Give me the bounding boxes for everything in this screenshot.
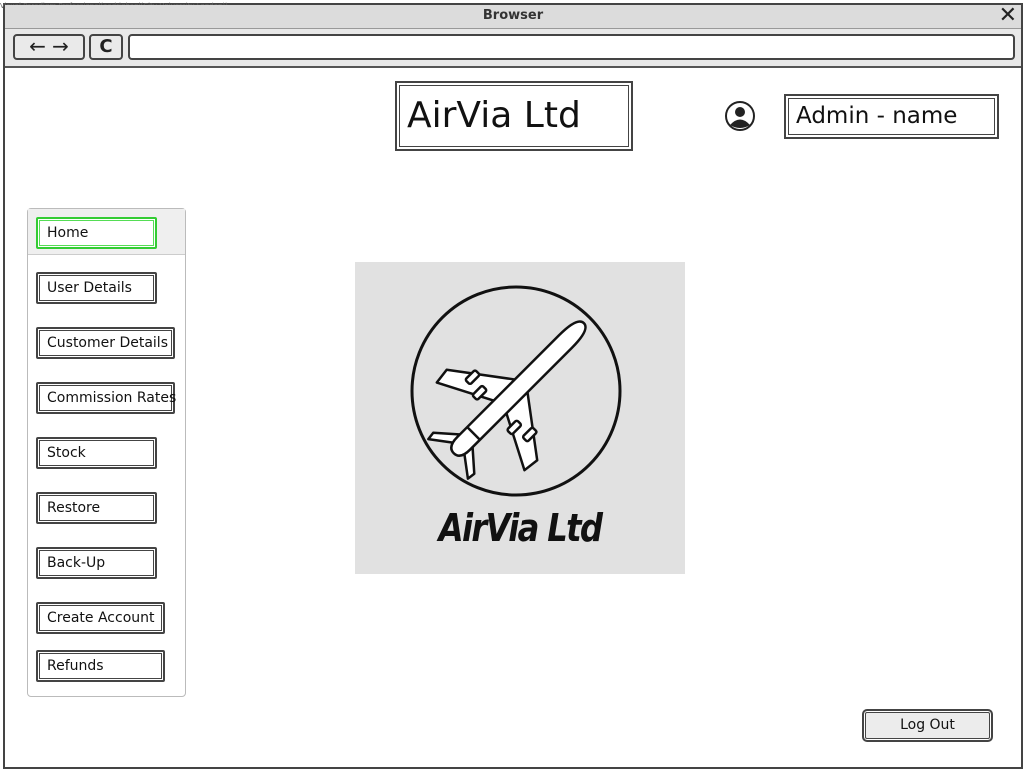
close-icon[interactable]: ✕ — [999, 5, 1017, 27]
admin-name-label: Admin - name — [784, 94, 999, 139]
title-bar: Browser ✕ — [5, 5, 1021, 29]
address-bar[interactable] — [128, 34, 1015, 60]
sidebar-item-create-account[interactable]: Create Account — [36, 602, 165, 634]
sidebar-item-refunds[interactable]: Refunds — [36, 650, 165, 682]
window-title: Browser — [482, 8, 544, 23]
sidebar-item-back-up[interactable]: Back-Up — [36, 547, 157, 579]
browser-navbar: ← → C — [5, 29, 1021, 68]
sidebar-item-restore[interactable]: Restore — [36, 492, 157, 524]
page-title: AirVia Ltd — [395, 81, 633, 151]
sidebar-item-stock[interactable]: Stock — [36, 437, 157, 469]
sidebar-item-user-details[interactable]: User Details — [36, 272, 157, 304]
logout-button[interactable]: Log Out — [862, 709, 993, 742]
logo-text: AirVia Ltd — [438, 506, 603, 550]
back-forward-button[interactable]: ← → — [13, 34, 85, 60]
company-logo-image: AirVia Ltd — [355, 262, 685, 574]
refresh-button[interactable]: C — [89, 34, 123, 60]
sidebar-item-customer-details[interactable]: Customer Details — [36, 327, 175, 359]
sidebar-item-commission-rates[interactable]: Commission Rates — [36, 382, 176, 414]
airplane-icon — [410, 285, 622, 497]
user-avatar-icon[interactable] — [724, 100, 756, 132]
sidebar: Home User Details Customer Details Commi… — [27, 208, 186, 697]
sidebar-item-home[interactable]: Home — [36, 217, 157, 249]
